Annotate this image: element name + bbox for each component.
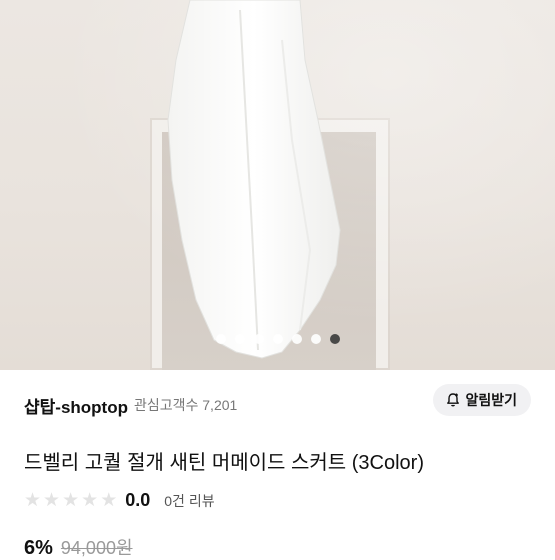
rating-row[interactable]: ★ ★ ★ ★ ★ 0.0 0건 리뷰 bbox=[24, 490, 215, 511]
product-image[interactable] bbox=[0, 0, 555, 370]
star-icon: ★ bbox=[43, 490, 61, 511]
bell-plus-icon bbox=[447, 393, 460, 407]
rating-stars: ★ ★ ★ ★ ★ bbox=[24, 491, 117, 510]
carousel-dot[interactable] bbox=[272, 334, 283, 344]
original-price: 94,000원 bbox=[60, 538, 133, 558]
carousel-indicator[interactable] bbox=[0, 334, 555, 344]
price-row: 6% 94,000원 bbox=[24, 534, 133, 560]
star-icon: ★ bbox=[100, 490, 118, 511]
star-icon: ★ bbox=[24, 490, 42, 511]
rating-value: 0.0 bbox=[125, 490, 151, 510]
carousel-dot-active[interactable] bbox=[329, 334, 340, 344]
star-icon: ★ bbox=[81, 490, 99, 511]
product-title: 드벨리 고퀄 절개 새틴 머메이드 스커트 (3Color) bbox=[24, 452, 424, 474]
shop-row: 샵탑-shoptop 관심고객수 7,201 알림받기 bbox=[24, 384, 531, 418]
review-count[interactable]: 0건 리뷰 bbox=[164, 491, 214, 511]
notify-button[interactable]: 알림받기 bbox=[433, 384, 531, 416]
carousel-dot[interactable] bbox=[234, 334, 245, 344]
discount-rate: 6% bbox=[24, 537, 53, 559]
white-skirt-graphic bbox=[167, 0, 341, 359]
shop-name[interactable]: 샵탑-shoptop bbox=[24, 393, 128, 418]
carousel-dot[interactable] bbox=[215, 334, 226, 344]
carousel-dot[interactable] bbox=[291, 334, 302, 344]
carousel-dot[interactable] bbox=[310, 334, 321, 344]
carousel-dot[interactable] bbox=[253, 334, 264, 344]
followers-count: 관심고객수 7,201 bbox=[133, 397, 238, 413]
notify-button-label: 알림받기 bbox=[465, 392, 517, 408]
star-icon: ★ bbox=[62, 490, 80, 511]
